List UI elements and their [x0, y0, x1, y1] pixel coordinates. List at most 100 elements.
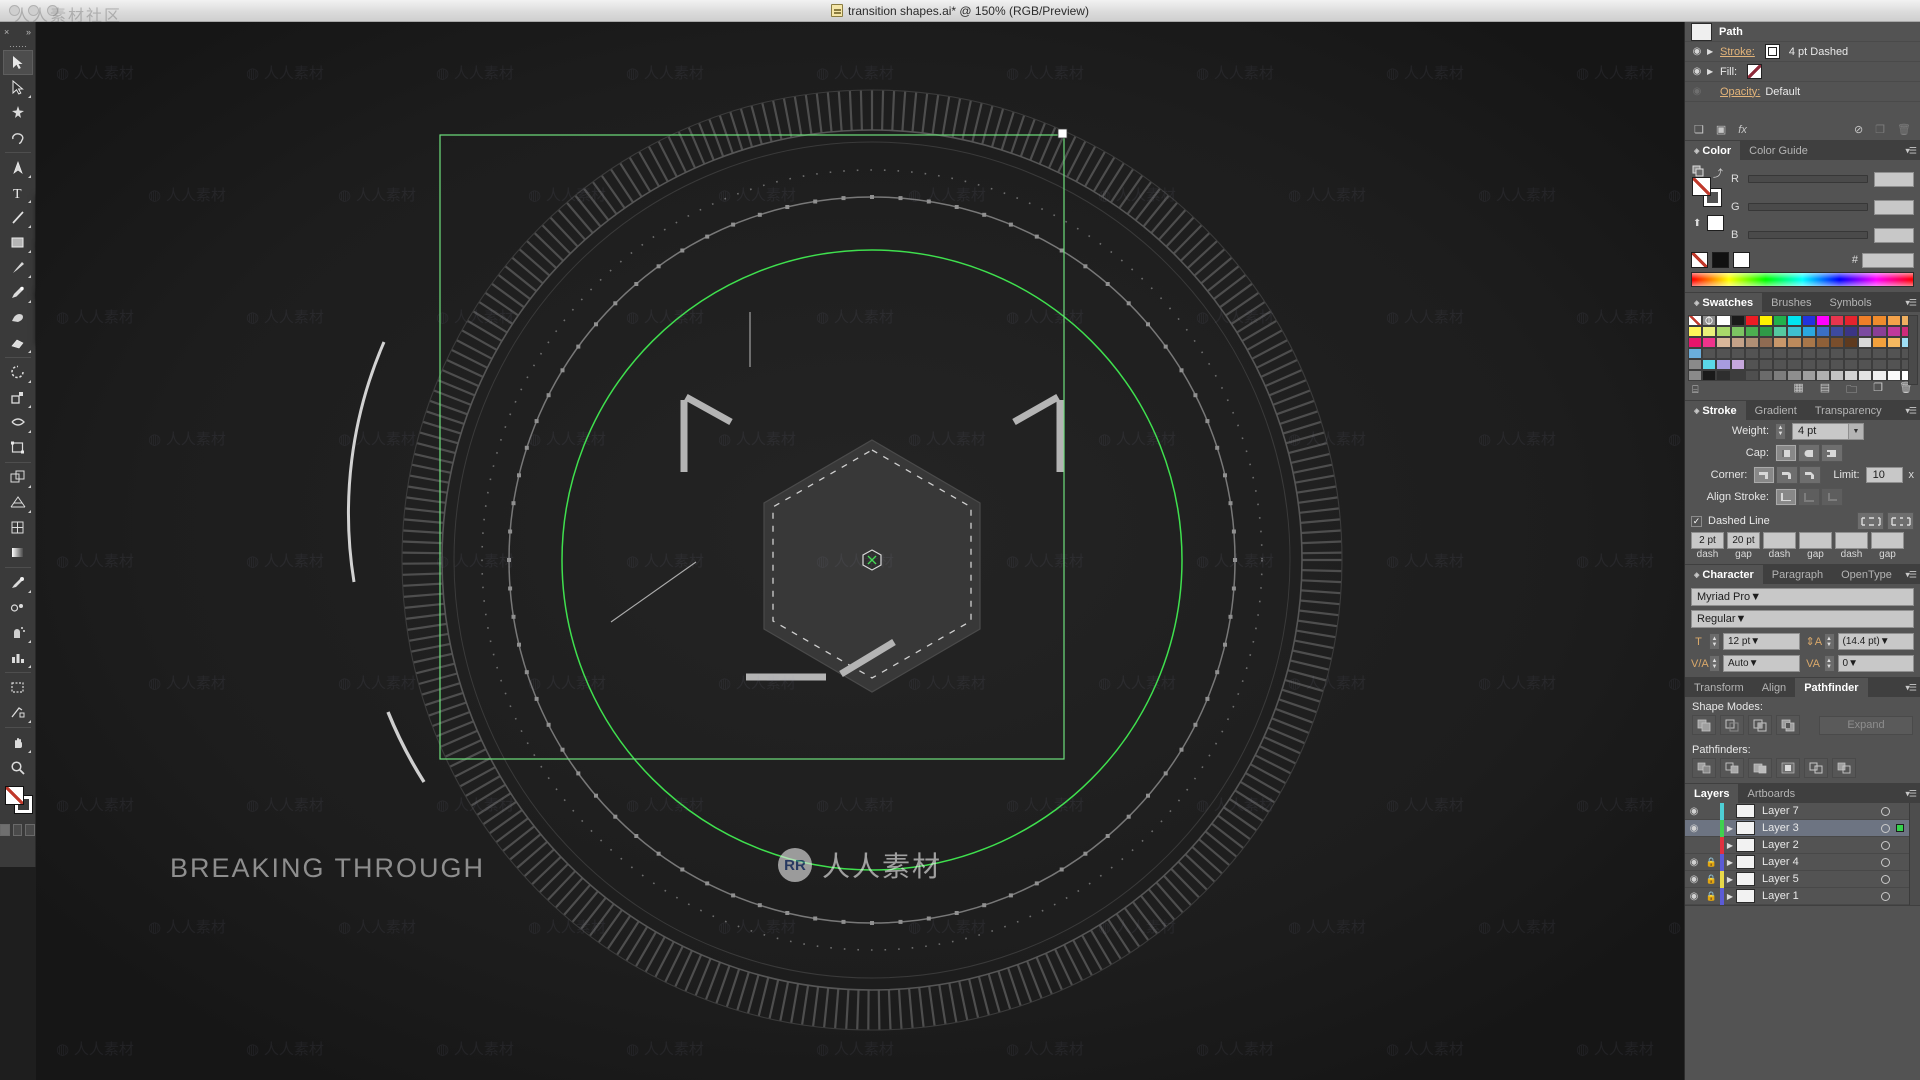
- swatch-cell[interactable]: [1688, 370, 1703, 381]
- visibility-eye-icon[interactable]: ◉: [1687, 46, 1707, 57]
- swatch-cell[interactable]: [1886, 359, 1901, 370]
- layers-scrollbar[interactable]: [1909, 802, 1920, 820]
- color-panel[interactable]: ◈ Color Color Guide ▾☰ ⤴ ⬆ RGB #: [1685, 141, 1920, 293]
- swatch-cell[interactable]: [1730, 359, 1745, 370]
- swatch-cell[interactable]: [1730, 348, 1745, 359]
- swatch-cell[interactable]: [1872, 359, 1887, 370]
- swatch-cell[interactable]: [1844, 315, 1859, 326]
- tab-swatches[interactable]: ◈ Swatches: [1685, 293, 1763, 312]
- appearance-row-fill[interactable]: ◉ ▶ Fill:: [1685, 62, 1920, 82]
- round-join-icon[interactable]: [1776, 466, 1799, 484]
- color-panel-body[interactable]: ⤴ ⬆ R G B: [1685, 160, 1920, 252]
- swatch-cell[interactable]: [1801, 337, 1816, 348]
- swatch-cell[interactable]: [1844, 326, 1859, 337]
- pen-tool[interactable]: [3, 155, 33, 180]
- rectangle-tool[interactable]: [3, 230, 33, 255]
- swatch-cell[interactable]: [1702, 370, 1717, 381]
- merge-icon[interactable]: [1748, 758, 1772, 778]
- swatch-cell[interactable]: [1773, 337, 1788, 348]
- swatch-cell[interactable]: [1702, 359, 1717, 370]
- new-swatch-icon[interactable]: ❐: [1873, 381, 1883, 400]
- swatch-cell[interactable]: [1858, 359, 1873, 370]
- chevron-down-icon[interactable]: ▼: [1848, 423, 1863, 439]
- stroke-panel-tabs[interactable]: ◈ Stroke Gradient Transparency ▾☰: [1685, 401, 1920, 420]
- leading-group[interactable]: ⇕A ▲ ▼ (14.4 pt) ▼: [1806, 633, 1914, 650]
- opacity-value[interactable]: Default: [1765, 86, 1800, 98]
- tab-paragraph[interactable]: Paragraph: [1762, 565, 1833, 584]
- swatch-cell[interactable]: [1758, 348, 1774, 359]
- swatch-cell[interactable]: [1787, 348, 1802, 359]
- dash-input-1[interactable]: 20 pt: [1727, 532, 1760, 549]
- round-cap-icon[interactable]: [1798, 444, 1820, 462]
- chevron-down-icon[interactable]: ▼: [1749, 658, 1759, 669]
- swatch-cell[interactable]: [1773, 315, 1788, 326]
- layers-scrollbar[interactable]: [1909, 887, 1920, 905]
- screen-mode-controls[interactable]: [0, 824, 36, 836]
- gradient-tool[interactable]: [3, 540, 33, 565]
- pencil-tool[interactable]: [3, 280, 33, 305]
- free-transform-tool[interactable]: [3, 435, 33, 460]
- dash-input-0[interactable]: 2 pt: [1691, 532, 1724, 549]
- dashed-line-row[interactable]: ✓ Dashed Line: [1685, 508, 1920, 532]
- font-style-input[interactable]: Regular ▼: [1691, 610, 1914, 628]
- pathfinder-panel-tabs[interactable]: Transform Align Pathfinder ▾☰: [1685, 678, 1920, 697]
- tracking-group[interactable]: VA ▲ ▼ 0 ▼: [1806, 655, 1914, 672]
- crop-icon[interactable]: [1776, 758, 1800, 778]
- swatch-cell[interactable]: [1730, 326, 1745, 337]
- weight-stepper[interactable]: ▲ ▼: [1775, 422, 1786, 440]
- type-tool[interactable]: T: [3, 180, 33, 205]
- swatch-cell[interactable]: [1773, 348, 1788, 359]
- projecting-cap-icon[interactable]: [1821, 444, 1843, 462]
- layer-target-circle[interactable]: [1881, 823, 1890, 833]
- tools-panel-grip[interactable]: [0, 42, 35, 50]
- add-effect-icon[interactable]: fx: [1738, 124, 1747, 136]
- chevron-down-icon[interactable]: ▼: [1750, 591, 1761, 603]
- color-spectrum-bar[interactable]: [1691, 272, 1914, 287]
- swatch-cell[interactable]: [1716, 315, 1731, 326]
- bevel-join-icon[interactable]: [1799, 466, 1822, 484]
- align-button-group[interactable]: [1775, 488, 1843, 506]
- color-slider-value[interactable]: [1874, 171, 1914, 187]
- swatch-cell[interactable]: [1744, 359, 1759, 370]
- swatch-cell[interactable]: [1702, 348, 1717, 359]
- layer-name[interactable]: Layer 4: [1762, 856, 1799, 868]
- tab-color-guide[interactable]: Color Guide: [1740, 141, 1817, 160]
- layers-panel-tabs[interactable]: Layers Artboards ▾☰: [1685, 784, 1920, 803]
- panel-collapse-icon[interactable]: ◈: [1694, 147, 1699, 155]
- outline-icon[interactable]: [1804, 758, 1828, 778]
- swatch-cell[interactable]: [1858, 315, 1873, 326]
- rotate-tool[interactable]: [3, 360, 33, 385]
- normal-screen-mode-icon[interactable]: [0, 824, 10, 836]
- delete-item-icon[interactable]: 🗑: [1897, 123, 1911, 136]
- layer-expand-arrow-icon[interactable]: ▶: [1724, 841, 1736, 850]
- weight-input[interactable]: 4 pt ▼: [1792, 422, 1864, 440]
- hand-tool[interactable]: [3, 730, 33, 755]
- swatch-cell[interactable]: [1801, 315, 1816, 326]
- kerning-group[interactable]: V/A ▲ ▼ Auto ▼: [1691, 655, 1800, 672]
- swatch-cell[interactable]: [1716, 326, 1731, 337]
- color-fill-stroke-controls[interactable]: ⤴ ⬆: [1691, 165, 1731, 249]
- panel-collapse-icon[interactable]: ◈: [1694, 407, 1699, 415]
- layer-name[interactable]: Layer 5: [1762, 873, 1799, 885]
- apply-color-arrow-icon[interactable]: ⬆: [1693, 218, 1701, 229]
- stroke-label[interactable]: Stroke:: [1720, 46, 1755, 58]
- layer-visibility-icon[interactable]: ◉: [1685, 857, 1703, 868]
- tab-opentype[interactable]: OpenType: [1832, 565, 1901, 584]
- character-panel[interactable]: ◈ Character Paragraph OpenType ▾☰ Myriad …: [1685, 565, 1920, 678]
- swatch-cell[interactable]: [1858, 348, 1873, 359]
- swatch-cell[interactable]: [1829, 326, 1845, 337]
- swatch-cell[interactable]: [1716, 348, 1731, 359]
- pathfinder-panel[interactable]: Transform Align Pathfinder ▾☰ Shape Mode…: [1685, 678, 1920, 784]
- panel-menu-icon[interactable]: ▾☰: [1905, 145, 1917, 156]
- miter-join-icon[interactable]: [1753, 466, 1776, 484]
- stroke-color-icon[interactable]: [1764, 44, 1780, 59]
- artboard-tool[interactable]: [3, 675, 33, 700]
- layer-lock-icon[interactable]: 🔒: [1703, 857, 1720, 868]
- tab-stroke[interactable]: ◈ Stroke: [1685, 401, 1746, 420]
- eyedropper-tool[interactable]: [3, 570, 33, 595]
- leading-input[interactable]: (14.4 pt) ▼: [1837, 633, 1914, 650]
- color-slider-value[interactable]: [1874, 199, 1914, 215]
- mesh-tool[interactable]: [3, 515, 33, 540]
- tool-list[interactable]: T: [0, 50, 35, 780]
- appearance-row-stroke[interactable]: ◉ ▶ Stroke: 4 pt Dashed: [1685, 42, 1920, 62]
